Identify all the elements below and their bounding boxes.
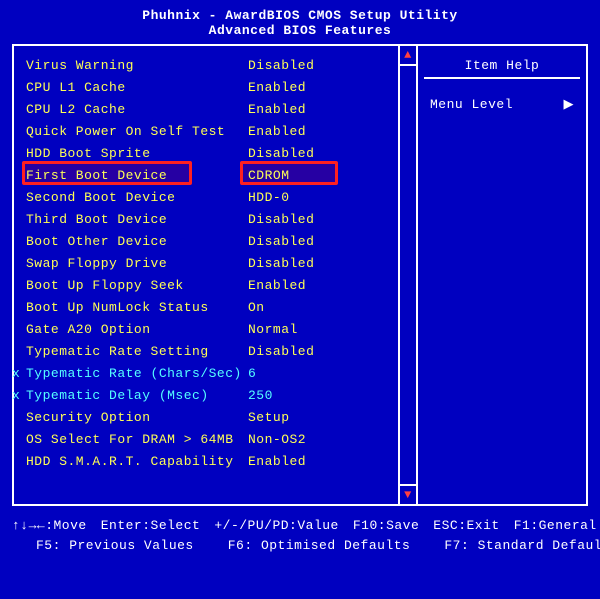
setting-row[interactable]: CPU L1 CacheEnabled [26, 76, 410, 98]
setting-row[interactable]: Quick Power On Self TestEnabled [26, 120, 410, 142]
setting-row[interactable]: OS Select For DRAM > 64MBNon-OS2 [26, 428, 410, 450]
help-pane: Item Help Menu Level ▶ [418, 46, 586, 504]
setting-label: Boot Up NumLock Status [26, 300, 248, 315]
setting-label: OS Select For DRAM > 64MB [26, 432, 248, 447]
setting-row[interactable]: CPU L2 CacheEnabled [26, 98, 410, 120]
setting-value[interactable]: Disabled [248, 256, 314, 271]
setting-label: First Boot Device [26, 168, 248, 183]
setting-label: CPU L2 Cache [26, 102, 248, 117]
setting-row[interactable]: Typematic Rate SettingDisabled [26, 340, 410, 362]
hint-select: Enter:Select [101, 516, 201, 536]
title-line-2: Advanced BIOS Features [12, 23, 588, 38]
setting-value[interactable]: Enabled [248, 278, 306, 293]
setting-value[interactable]: Enabled [248, 454, 306, 469]
scrollbar[interactable]: ▲ ▼ [398, 46, 416, 504]
setting-value[interactable]: Disabled [248, 344, 314, 359]
scroll-track[interactable] [400, 66, 416, 484]
setting-row[interactable]: HDD S.M.A.R.T. CapabilityEnabled [26, 450, 410, 472]
setting-row[interactable]: Swap Floppy DriveDisabled [26, 252, 410, 274]
scroll-down-icon[interactable]: ▼ [400, 484, 416, 504]
menu-level-label: Menu Level [430, 97, 513, 112]
setting-row[interactable]: Virus WarningDisabled [26, 54, 410, 76]
setting-value[interactable]: Enabled [248, 124, 306, 139]
setting-row[interactable]: Third Boot DeviceDisabled [26, 208, 410, 230]
hint-general-help: F1:General Help [514, 516, 600, 536]
setting-row[interactable]: Boot Other DeviceDisabled [26, 230, 410, 252]
disabled-prefix: x [12, 366, 26, 381]
setting-row[interactable]: xTypematic Rate (Chars/Sec)6 [26, 362, 410, 384]
setting-label: Swap Floppy Drive [26, 256, 248, 271]
settings-pane[interactable]: Virus WarningDisabledCPU L1 CacheEnabled… [14, 46, 418, 504]
setting-value[interactable]: Disabled [248, 146, 314, 161]
main-panel: Virus WarningDisabledCPU L1 CacheEnabled… [12, 44, 588, 506]
setting-value[interactable]: Disabled [248, 234, 314, 249]
scroll-up-icon[interactable]: ▲ [400, 46, 416, 66]
setting-label: HDD S.M.A.R.T. Capability [26, 454, 248, 469]
hint-f5: F5: Previous Values [36, 536, 194, 556]
setting-row[interactable]: xTypematic Delay (Msec)250 [26, 384, 410, 406]
setting-value[interactable]: Setup [248, 410, 290, 425]
setting-value[interactable]: Enabled [248, 80, 306, 95]
setting-label: Security Option [26, 410, 248, 425]
setting-value[interactable]: HDD-0 [248, 190, 290, 205]
hint-exit: ESC:Exit [433, 516, 499, 536]
setting-row[interactable]: Boot Up NumLock StatusOn [26, 296, 410, 318]
hint-save: F10:Save [353, 516, 419, 536]
setting-label: Quick Power On Self Test [26, 124, 248, 139]
menu-level: Menu Level ▶ [424, 97, 580, 112]
hint-value: +/-/PU/PD:Value [214, 516, 339, 536]
title-line-1: Phuhnix - AwardBIOS CMOS Setup Utility [12, 8, 588, 23]
setting-label: Gate A20 Option [26, 322, 248, 337]
setting-label: Typematic Rate (Chars/Sec) [26, 366, 248, 381]
setting-label: Typematic Rate Setting [26, 344, 248, 359]
footer-help: ↑↓→←:Move Enter:Select +/-/PU/PD:Value F… [12, 516, 588, 556]
setting-value[interactable]: Disabled [248, 212, 314, 227]
setting-label: Third Boot Device [26, 212, 248, 227]
setting-row[interactable]: Boot Up Floppy SeekEnabled [26, 274, 410, 296]
setting-value[interactable]: Non-OS2 [248, 432, 306, 447]
setting-value[interactable]: Disabled [248, 58, 314, 73]
setting-value[interactable]: 250 [248, 388, 273, 403]
hint-f6: F6: Optimised Defaults [228, 536, 411, 556]
setting-label: HDD Boot Sprite [26, 146, 248, 161]
setting-label: Boot Up Floppy Seek [26, 278, 248, 293]
setting-row[interactable]: HDD Boot SpriteDisabled [26, 142, 410, 164]
help-header: Item Help [424, 54, 580, 79]
setting-row[interactable]: Gate A20 OptionNormal [26, 318, 410, 340]
setting-value[interactable]: 6 [248, 366, 256, 381]
setting-label: Virus Warning [26, 58, 248, 73]
setting-label: Typematic Delay (Msec) [26, 388, 248, 403]
setting-label: Second Boot Device [26, 190, 248, 205]
hint-move: ↑↓→←:Move [12, 516, 87, 536]
setting-label: Boot Other Device [26, 234, 248, 249]
title-block: Phuhnix - AwardBIOS CMOS Setup Utility A… [12, 8, 588, 38]
setting-row[interactable]: First Boot DeviceCDROM [26, 164, 410, 186]
setting-row[interactable]: Security OptionSetup [26, 406, 410, 428]
setting-value[interactable]: On [248, 300, 265, 315]
hint-f7: F7: Standard Defaults [444, 536, 600, 556]
menu-level-arrow-icon: ▶ [564, 97, 575, 112]
setting-value[interactable]: CDROM [248, 168, 290, 183]
setting-row[interactable]: Second Boot DeviceHDD-0 [26, 186, 410, 208]
disabled-prefix: x [12, 388, 26, 403]
setting-value[interactable]: Enabled [248, 102, 306, 117]
setting-value[interactable]: Normal [248, 322, 298, 337]
setting-label: CPU L1 Cache [26, 80, 248, 95]
